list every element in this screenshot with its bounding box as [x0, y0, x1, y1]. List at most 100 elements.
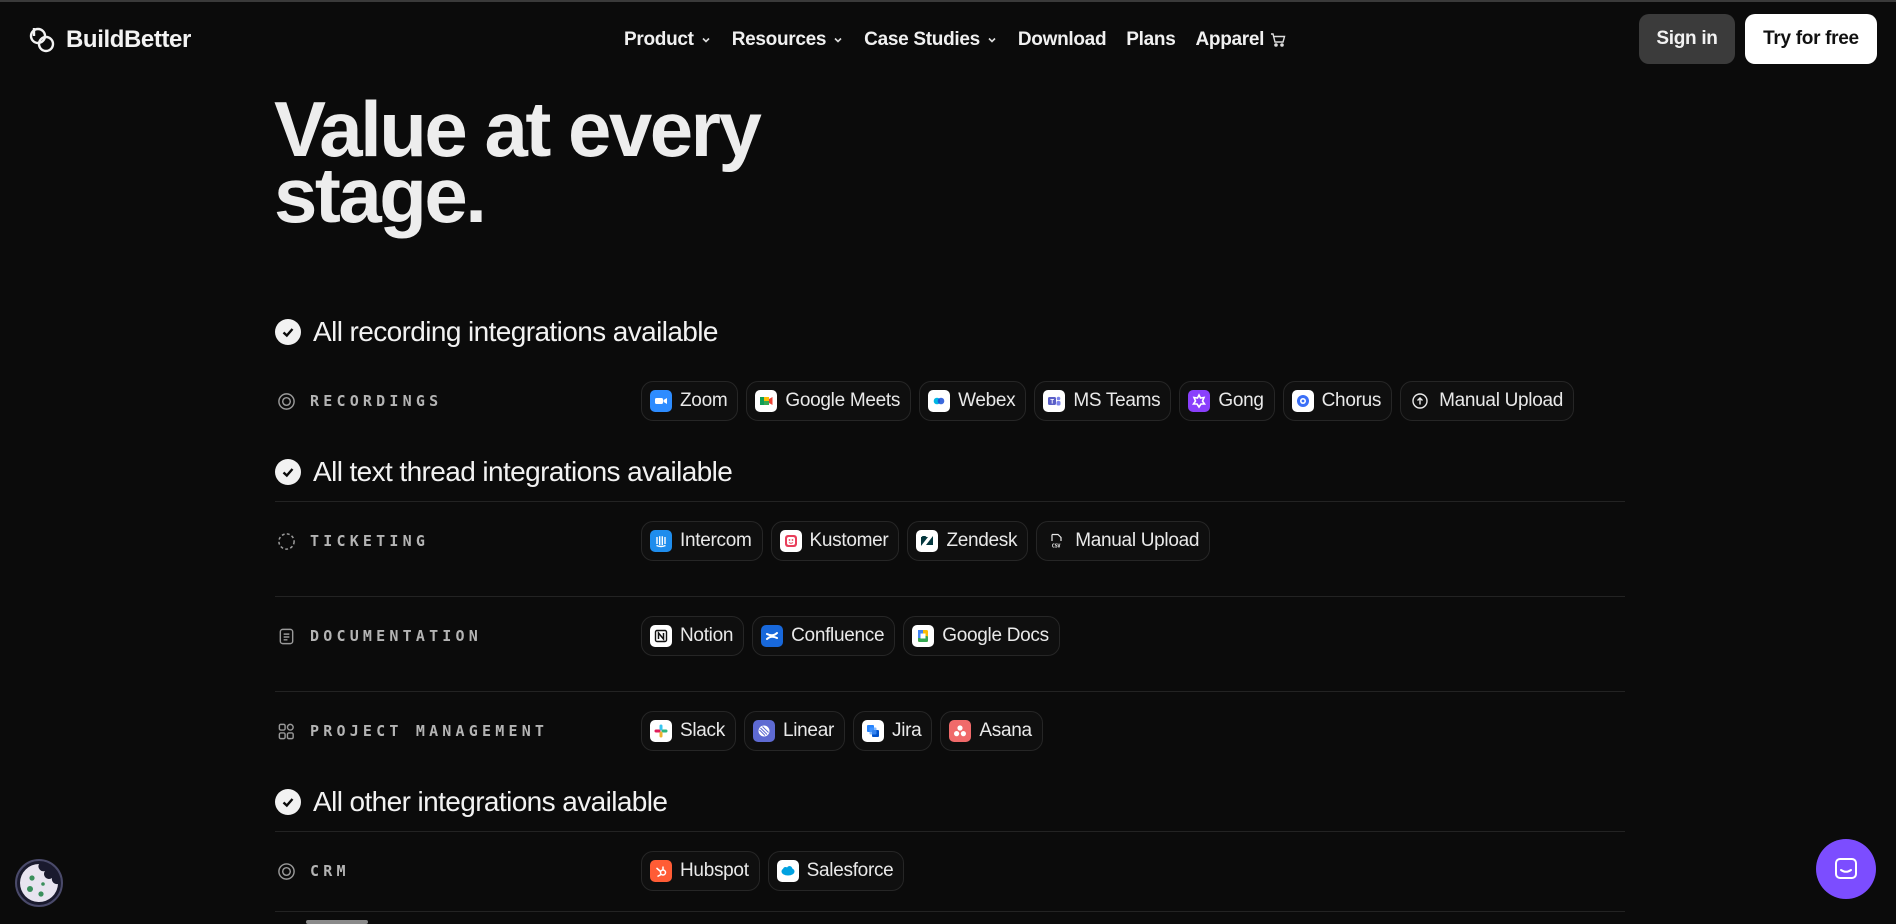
chevron-down-icon — [834, 37, 842, 43]
row-label-text: RECORDINGS — [310, 392, 443, 410]
chip-label: Manual Upload — [1439, 390, 1563, 411]
integration-chip-hubspot[interactable]: Hubspot — [641, 851, 760, 891]
chips-project-management: Slack Linear Jira Asana — [641, 711, 1043, 751]
row-label-text: PROJECT MANAGEMENT — [310, 722, 549, 740]
main-nav: Product Resources Case Studies Download … — [624, 24, 1286, 56]
integration-chip-asana[interactable]: Asana — [940, 711, 1043, 751]
chip-label: Asana — [979, 720, 1032, 741]
nav-apparel[interactable]: Apparel — [1195, 29, 1286, 51]
chip-label: Google Docs — [942, 625, 1049, 646]
intercom-icon — [650, 530, 672, 552]
row-label-project-management: PROJECT MANAGEMENT — [277, 719, 548, 743]
chat-widget-button[interactable] — [1816, 839, 1876, 899]
chip-label: MS Teams — [1073, 390, 1161, 411]
partial-element — [306, 920, 368, 924]
chip-label: Salesforce — [806, 860, 894, 881]
divider — [275, 596, 1625, 597]
chip-label: Manual Upload — [1075, 530, 1200, 551]
nav-resources[interactable]: Resources — [732, 29, 844, 51]
integration-chip-zendesk[interactable]: Zendesk — [907, 521, 1029, 561]
integration-chip-chorus[interactable]: Chorus — [1282, 381, 1393, 421]
svg-text:CSV: CSV — [1052, 544, 1061, 550]
linear-icon — [752, 720, 775, 742]
integration-chip-salesforce[interactable]: Salesforce — [767, 851, 905, 891]
integration-chip-webex[interactable]: Webex — [919, 381, 1027, 421]
row-label-recordings: RECORDINGS — [277, 389, 442, 413]
try-for-free-button[interactable]: Try for free — [1745, 14, 1877, 64]
nav-apparel-label: Apparel — [1195, 29, 1265, 50]
webex-icon — [928, 390, 951, 412]
chip-label: Zendesk — [946, 530, 1018, 551]
section-title-text: All text thread integrations available — [313, 456, 733, 487]
sign-in-button[interactable]: Sign in — [1639, 14, 1735, 64]
section-title-text-thread: All text thread integrations available — [275, 456, 733, 487]
headline-line-2: stage. — [274, 151, 487, 239]
chip-label: Confluence — [791, 625, 885, 646]
chip-label: Notion — [680, 625, 734, 646]
brand-name: BuildBetter — [66, 26, 191, 53]
chip-label: Kustomer — [809, 530, 889, 551]
nav-case-studies-label: Case Studies — [864, 29, 980, 50]
chip-label: Linear — [782, 720, 834, 741]
integration-chip-intercom[interactable]: Intercom — [641, 521, 763, 561]
chip-label: Chorus — [1321, 390, 1382, 411]
cookie-settings-button[interactable] — [14, 858, 64, 908]
nav-download-label: Download — [1017, 29, 1107, 50]
chips-documentation: Notion Confluence Google Docs — [641, 616, 1060, 656]
document-icon — [279, 628, 294, 644]
row-label-text: DOCUMENTATION — [310, 627, 482, 645]
row-label-text: CRM — [310, 862, 350, 880]
chevron-down-icon — [988, 37, 996, 43]
nav-product-label: Product — [624, 29, 694, 50]
integration-chip-google-meets[interactable]: Google Meets — [746, 381, 912, 421]
cart-icon — [1271, 33, 1286, 47]
page-headline: Value at every stage. — [274, 90, 794, 234]
section-title-other: All other integrations available — [275, 786, 668, 817]
integration-chip-ms-teams[interactable]: T MS Teams — [1034, 381, 1172, 421]
integration-chip-confluence[interactable]: Confluence — [752, 616, 896, 656]
integration-chip-jira[interactable]: Jira — [853, 711, 933, 751]
section-title-recording: All recording integrations available — [275, 316, 718, 347]
chip-label: Webex — [958, 390, 1016, 411]
target-icon — [278, 392, 295, 410]
nav-download[interactable]: Download — [1017, 29, 1107, 51]
nav-case-studies[interactable]: Case Studies — [864, 29, 998, 51]
integration-chip-google-docs[interactable]: Google Docs — [903, 616, 1060, 656]
nav-resources-label: Resources — [731, 29, 827, 50]
divider — [275, 911, 1625, 912]
check-circle-icon — [275, 789, 301, 815]
integration-chip-slack[interactable]: Slack — [641, 711, 736, 751]
zoom-icon — [650, 390, 672, 412]
salesforce-icon — [776, 860, 799, 882]
brand-logo[interactable]: BuildBetter — [26, 24, 191, 56]
divider — [275, 501, 1625, 502]
chip-label: Google Meets — [785, 390, 901, 411]
chorus-icon — [1291, 390, 1314, 412]
chip-label: Gong — [1218, 390, 1264, 411]
row-label-crm: CRM — [277, 859, 350, 883]
chips-ticketing: Intercom Kustomer Zendesk CSV Manual Upl… — [641, 521, 1211, 561]
integration-chip-zoom[interactable]: Zoom — [641, 381, 739, 421]
chip-label: Slack — [680, 720, 725, 741]
google-docs-icon — [912, 625, 935, 647]
section-title-text: All other integrations available — [313, 786, 668, 817]
zendesk-icon — [916, 530, 939, 552]
integration-chip-notion[interactable]: Notion — [641, 616, 745, 656]
slack-icon — [650, 720, 672, 742]
nav-product[interactable]: Product — [624, 29, 712, 51]
integration-chip-gong[interactable]: Gong — [1179, 381, 1275, 421]
integration-chip-kustomer[interactable]: Kustomer — [770, 521, 900, 561]
chip-label: Zoom — [680, 390, 728, 411]
nav-plans[interactable]: Plans — [1126, 29, 1176, 51]
integration-chip-manual-upload-csv[interactable]: CSV Manual Upload — [1036, 521, 1211, 561]
row-label-documentation: DOCUMENTATION — [277, 624, 482, 648]
jira-icon — [862, 720, 884, 742]
divider — [275, 831, 1625, 832]
target-icon — [278, 862, 295, 880]
ms-teams-icon: T — [1043, 390, 1066, 412]
notion-icon — [650, 625, 672, 647]
gong-icon — [1188, 390, 1211, 412]
csv-file-icon: CSV — [1045, 530, 1067, 552]
integration-chip-manual-upload[interactable]: Manual Upload — [1400, 381, 1574, 421]
integration-chip-linear[interactable]: Linear — [743, 711, 845, 751]
